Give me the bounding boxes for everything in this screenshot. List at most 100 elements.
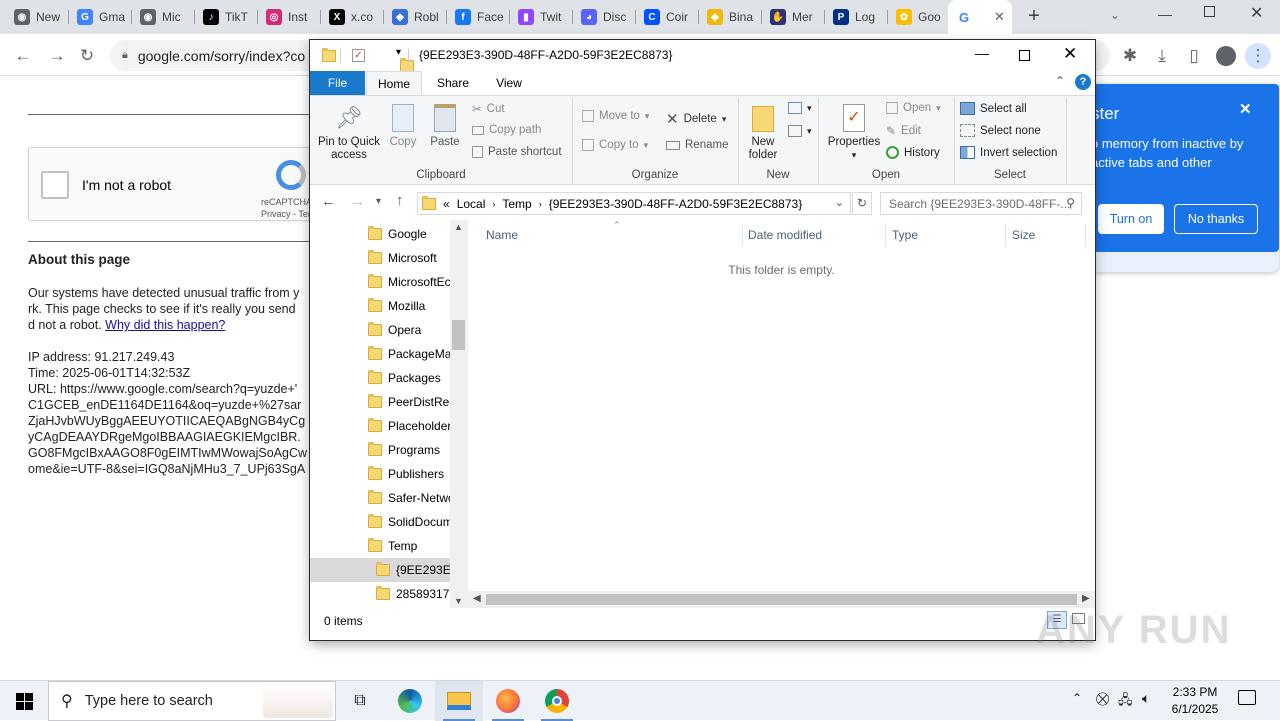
reload-icon[interactable]: ↻ (74, 43, 100, 69)
file-explorer-taskbar-button[interactable] (435, 681, 483, 721)
browser-tab[interactable]: ◆ Robl (384, 4, 447, 30)
task-view-button[interactable]: ⧉ (336, 681, 384, 721)
pin-quick-access-button[interactable]: 📌︎ Pin to Quick access (316, 100, 382, 162)
properties-qat-icon[interactable]: ✓ (352, 49, 365, 62)
nav-folder-item[interactable]: {9EE293E3- (310, 558, 450, 582)
minimize-browser-icon[interactable]: — (1158, 6, 1172, 22)
column-separator[interactable] (742, 224, 743, 246)
h-scroll-thumb[interactable] (486, 594, 1077, 605)
browser-tab[interactable]: G Gma (69, 4, 132, 30)
show-hidden-icons[interactable]: ⌃ (1072, 691, 1082, 705)
new-folder-qat-icon[interactable] (400, 57, 414, 72)
close-icon[interactable]: ✕ (1063, 44, 1077, 64)
address-field[interactable]: « Local › Temp › {9EE293E3-390D-48FF-A2D… (417, 192, 851, 215)
minimize-icon[interactable]: — (975, 45, 989, 61)
browser-tab[interactable]: ✿ Goo (888, 4, 951, 30)
browser-tab[interactable]: ◈ Bina (699, 4, 762, 30)
up-arrow-icon[interactable]: ↑ (396, 192, 404, 209)
browser-tab[interactable]: ▮ Twit (510, 4, 573, 30)
menu-kebab-icon[interactable]: ⋮ (1245, 43, 1271, 69)
nav-folder-item[interactable]: Mozilla (310, 294, 450, 318)
notifications-icon[interactable] (1238, 690, 1256, 705)
column-size[interactable]: Size (1012, 228, 1035, 242)
copy-to-button[interactable]: Copy to ▾ (582, 139, 648, 151)
browser-tab[interactable]: ◉ Mic (132, 4, 195, 30)
delete-button[interactable]: ✕ Delete ▾ (666, 110, 726, 128)
nav-folder-item[interactable]: Microsoft (310, 246, 450, 270)
close-promo-icon[interactable]: ✕ (1239, 100, 1252, 118)
cut-button[interactable]: ✂ Cut (472, 102, 505, 116)
scroll-right-icon[interactable]: ▶ (1082, 593, 1090, 604)
forward-icon[interactable]: → (44, 43, 70, 69)
browser-tab[interactable]: Xx.co (321, 4, 384, 30)
browser-tab-active[interactable]: G ✕ (948, 0, 1012, 34)
column-separator[interactable] (885, 224, 886, 246)
select-none-button[interactable]: Select none (960, 124, 1041, 137)
profile-avatar-icon[interactable] (1213, 43, 1239, 69)
nav-folder-item[interactable]: Temp (310, 534, 450, 558)
search-icon[interactable]: ⚲ (1066, 196, 1075, 210)
properties-button[interactable]: ✓ Properties ▾ (824, 100, 884, 162)
copy-path-button[interactable]: Copy path (472, 124, 541, 136)
nav-scrollbar[interactable]: ▲ ▼ (450, 220, 468, 610)
paste-button[interactable]: Paste (426, 100, 464, 149)
breadcrumb-overflow[interactable]: « (443, 197, 450, 211)
edge-taskbar-button[interactable] (386, 681, 434, 721)
network-icon[interactable]: 🖧︎ (1118, 691, 1133, 713)
nav-folder-item[interactable]: Placeholder (310, 414, 450, 438)
download-icon[interactable]: ⤓ (1149, 43, 1175, 69)
collapse-ribbon-icon[interactable]: ⌃ (1055, 74, 1065, 88)
recaptcha-checkbox[interactable] (41, 171, 69, 199)
select-all-button[interactable]: Select all (960, 102, 1027, 115)
breadcrumb-temp[interactable]: Temp (502, 197, 531, 211)
nav-folder-item[interactable]: SolidDocum (310, 510, 450, 534)
nav-folder-item[interactable]: Packages (310, 366, 450, 390)
forward-arrow-icon[interactable]: → (350, 193, 365, 210)
maximize-icon[interactable] (1019, 50, 1030, 61)
new-folder-button[interactable]: New folder (740, 100, 786, 162)
browser-tab[interactable]: ♪ TikT (195, 4, 258, 30)
scroll-thumb[interactable] (452, 320, 465, 350)
paste-shortcut-button[interactable]: Paste shortcut (472, 146, 562, 158)
tab-share[interactable]: Share (428, 71, 478, 95)
chevron-right-icon[interactable]: › (492, 199, 495, 209)
breadcrumb-local[interactable]: Local (457, 197, 486, 211)
nav-folder-item[interactable]: MicrosoftEc (310, 270, 450, 294)
taskbar-search[interactable]: ⚲ Type here to search (48, 681, 336, 721)
extensions-icon[interactable]: ✱ (1117, 43, 1143, 69)
address-dropdown-icon[interactable]: ⌄ (835, 196, 844, 209)
recent-locations-icon[interactable]: ▾ (376, 196, 381, 207)
back-arrow-icon[interactable]: ← (321, 193, 336, 210)
firefox-taskbar-button[interactable] (484, 681, 532, 721)
qat-dropdown-icon[interactable]: ▾ (396, 47, 401, 58)
tab-home[interactable]: Home (366, 71, 422, 95)
turn-on-button[interactable]: Turn on (1098, 204, 1164, 234)
open-button[interactable]: Open ▾ (886, 102, 941, 114)
rename-button[interactable]: Rename (666, 139, 728, 151)
browser-tab[interactable]: ✋ Mer (762, 4, 825, 30)
history-button[interactable]: History (886, 146, 940, 159)
back-icon[interactable]: ← (10, 43, 36, 69)
nav-folder-item[interactable]: 285893171 (310, 582, 450, 606)
scroll-left-icon[interactable]: ◀ (473, 593, 481, 604)
close-browser-icon[interactable]: ✕ (1250, 3, 1263, 23)
nav-folder-item[interactable]: Safer-Netwo (310, 486, 450, 510)
refresh-icon[interactable]: ↻ (852, 192, 872, 215)
invert-selection-button[interactable]: Invert selection (960, 146, 1057, 159)
browser-tab[interactable]: P Log (825, 4, 888, 30)
chrome-taskbar-button[interactable] (533, 681, 581, 721)
why-link[interactable]: Why did this happen? (105, 318, 225, 332)
tab-search-icon[interactable]: ⌄ (1110, 8, 1120, 22)
nav-folder-item[interactable]: Publishers (310, 462, 450, 486)
column-name[interactable]: Name (486, 228, 518, 242)
move-to-button[interactable]: Move to ▾ (582, 110, 649, 122)
chevron-right-icon[interactable]: › (539, 199, 542, 209)
horizontal-scrollbar[interactable]: ◀ ▶ (468, 591, 1095, 608)
usb-device-icon[interactable]: ⛒ (1096, 691, 1109, 707)
volume-icon[interactable]: 🔈︎ (1142, 690, 1150, 707)
no-thanks-button[interactable]: No thanks (1174, 204, 1258, 234)
system-clock[interactable]: 2:33 PM 6/1/2025 (1162, 684, 1228, 718)
browser-tab[interactable]: ◉ New (6, 4, 69, 30)
breadcrumb-current[interactable]: {9EE293E3-390D-48FF-A2D0-59F3E2EC8873} (549, 197, 803, 211)
column-type[interactable]: Type (892, 228, 918, 242)
